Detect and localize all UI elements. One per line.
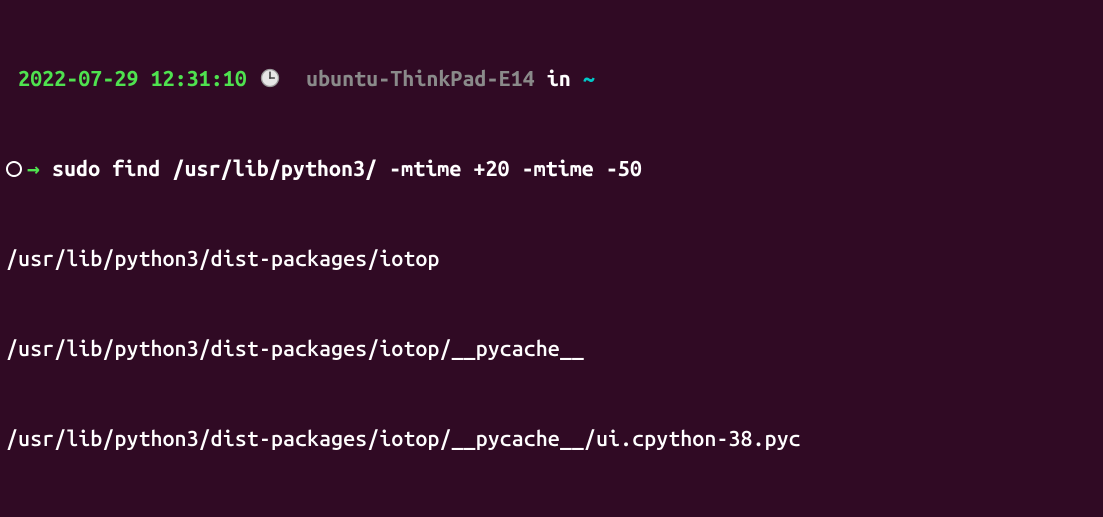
output-line: /usr/lib/python3/dist-packages/iotop/__p… bbox=[6, 424, 1097, 454]
output-line: /usr/lib/python3/dist-packages/iotop bbox=[6, 244, 1097, 274]
prompt-arrow-icon: → bbox=[27, 157, 40, 181]
hostname: ubuntu-ThinkPad-E14 bbox=[306, 67, 535, 91]
output-line: /usr/lib/python3/dist-packages/iotop/__p… bbox=[6, 334, 1097, 364]
clock-icon bbox=[260, 66, 280, 96]
command-text: sudo find /usr/lib/python3/ -mtime +20 -… bbox=[52, 157, 642, 181]
terminal[interactable]: 2022-07-29 12:31:10 ubuntu-ThinkPad-E14 … bbox=[0, 0, 1103, 517]
in-label: in bbox=[547, 67, 571, 91]
timestamp: 2022-07-29 12:31:10 bbox=[18, 67, 247, 91]
cwd: ~ bbox=[583, 67, 595, 91]
prompt-circle-icon bbox=[6, 161, 22, 177]
prompt-line[interactable]: → sudo find /usr/lib/python3/ -mtime +20… bbox=[6, 154, 1097, 184]
status-line: 2022-07-29 12:31:10 ubuntu-ThinkPad-E14 … bbox=[6, 64, 1097, 94]
